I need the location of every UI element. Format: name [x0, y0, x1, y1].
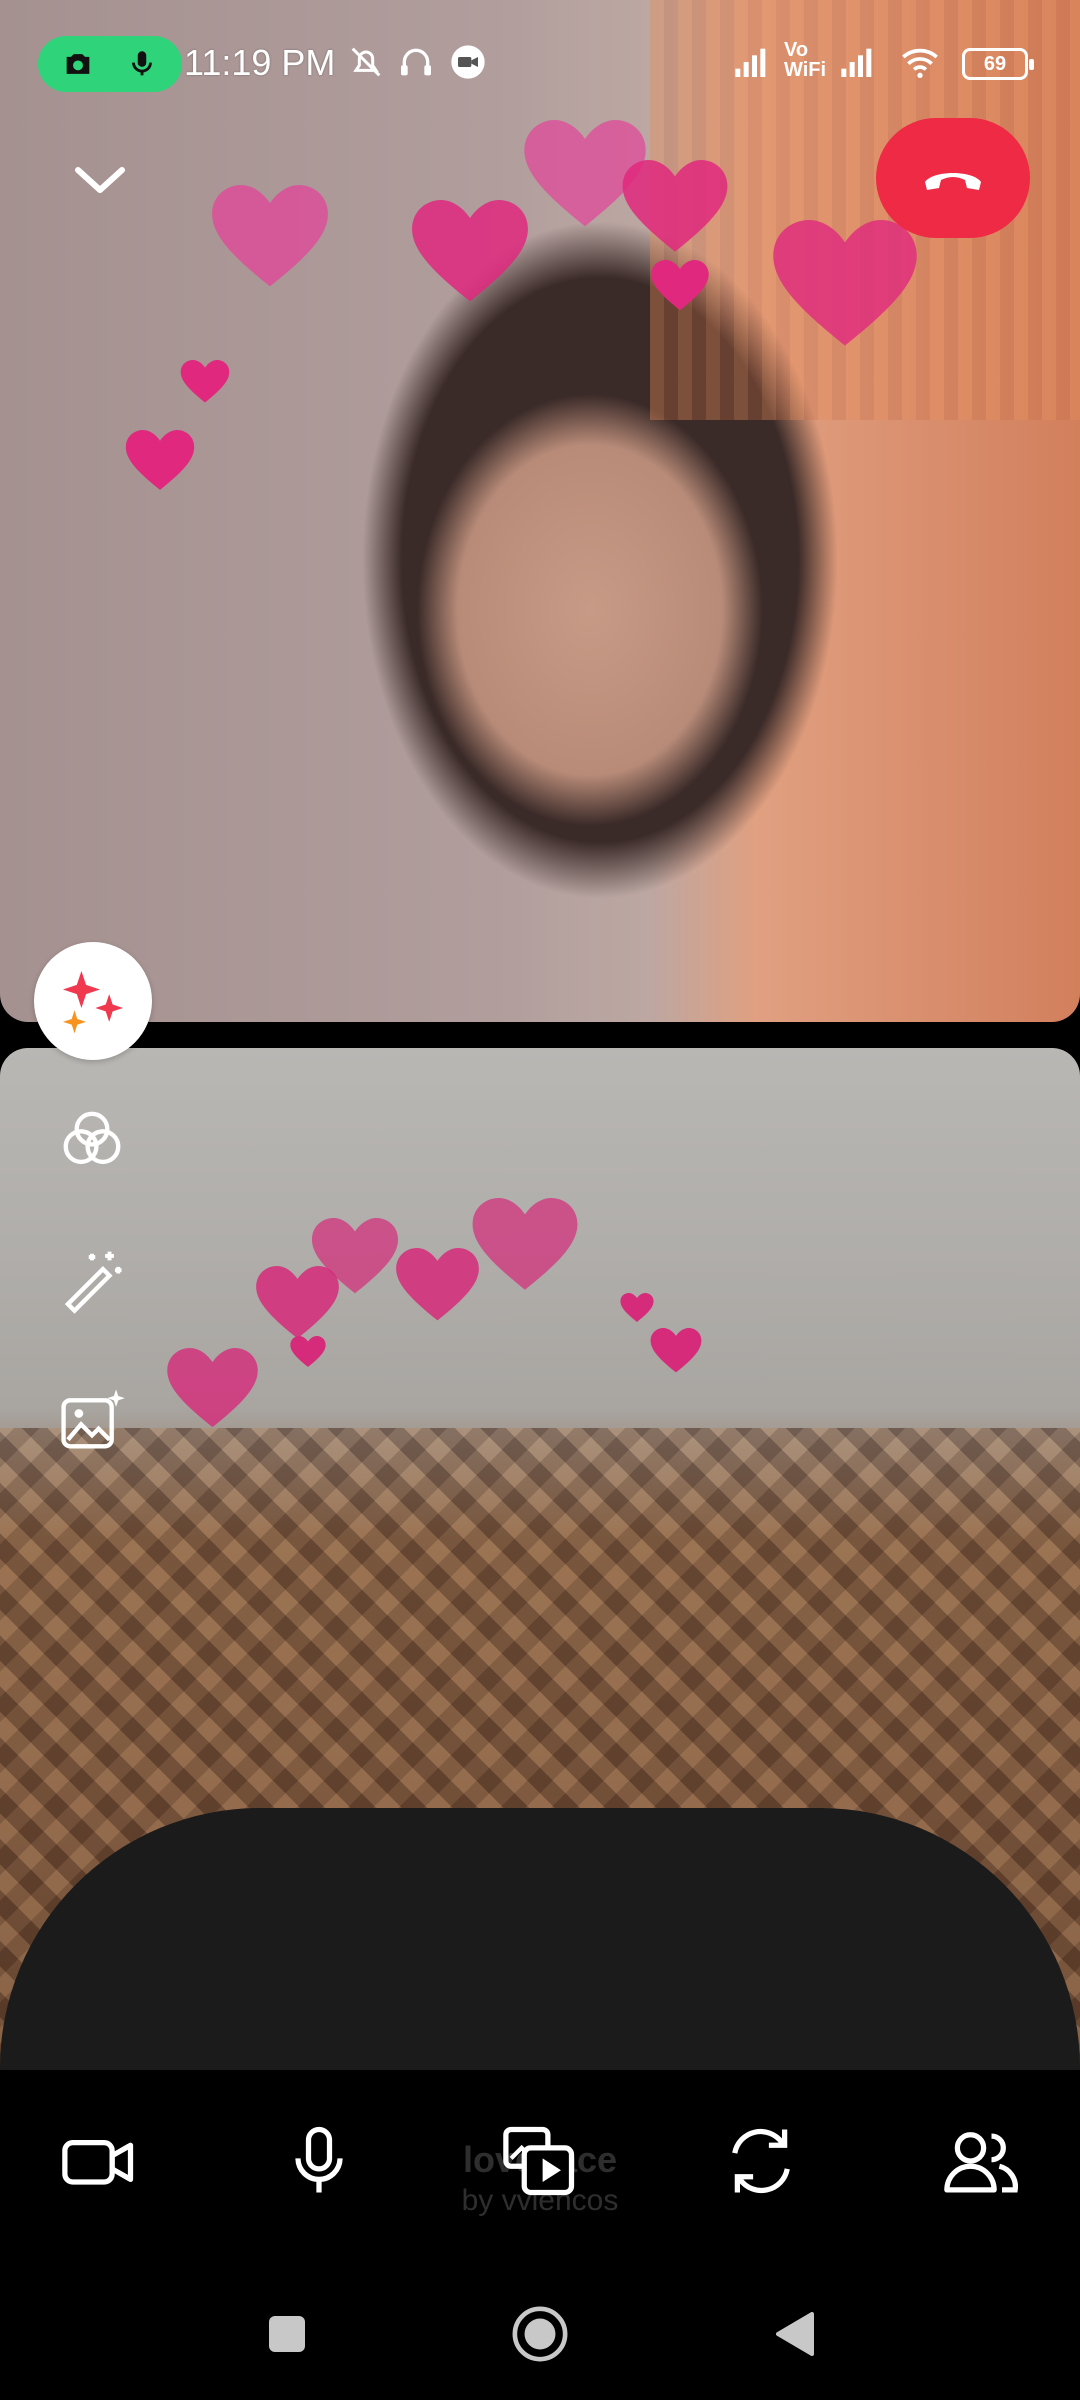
notifications-muted-icon [351, 47, 381, 77]
heart-filter-sticker [773, 220, 917, 346]
back-triangle-icon [776, 2312, 814, 2356]
heart-filter-sticker [290, 1336, 326, 1367]
media-share-icon [503, 2126, 575, 2196]
effects-button[interactable] [34, 942, 152, 1060]
share-media-button[interactable] [495, 2116, 585, 2206]
participants-button[interactable] [936, 2116, 1026, 2206]
vowifi-label: Vo WiFi [784, 39, 827, 81]
home-button[interactable] [510, 2304, 570, 2364]
heart-filter-sticker [125, 430, 195, 490]
wifi-icon [902, 48, 938, 78]
heart-filter-sticker [412, 200, 528, 302]
recents-square-icon [269, 2316, 305, 2352]
status-time: 11:19 PM [184, 42, 336, 83]
background-tool-button[interactable] [52, 1380, 132, 1460]
heart-filter-sticker [212, 185, 328, 287]
image-background-icon [61, 1389, 125, 1449]
battery-indicator: 69 [962, 48, 1034, 80]
back-button[interactable] [764, 2304, 824, 2364]
heart-filter-sticker [650, 1328, 702, 1373]
cell-signal-icon [841, 48, 872, 77]
heart-filter-sticker [620, 1293, 654, 1322]
status-bar: 11:19 PM Vo WiFi 69 [0, 0, 1080, 130]
video-call-status-icon [451, 45, 485, 79]
microphone-icon [295, 2126, 343, 2193]
filter-tool-button[interactable] [52, 1100, 132, 1180]
chevron-down-icon [75, 167, 125, 193]
self-video-preview[interactable] [0, 1048, 1080, 2070]
color-filter-icon [63, 1111, 121, 1165]
mic-in-use-icon [132, 51, 152, 76]
end-call-button[interactable] [876, 118, 1030, 238]
sparkle-effects-icon [62, 970, 124, 1034]
minimize-call-button[interactable] [64, 150, 136, 210]
heart-filter-sticker [396, 1248, 479, 1321]
video-camera-icon [62, 2140, 134, 2185]
magic-wand-icon [64, 1251, 122, 1314]
heart-filter-sticker [472, 1198, 578, 1290]
flip-camera-icon [732, 2128, 790, 2194]
heart-filter-sticker [651, 260, 709, 311]
heart-filter-sticker [622, 160, 728, 252]
shirt-area [0, 1808, 1080, 2070]
touch-up-tool-button[interactable] [52, 1240, 132, 1320]
heart-filter-sticker [311, 1218, 399, 1294]
heart-filter-sticker [180, 360, 230, 403]
recents-button[interactable] [257, 2304, 317, 2364]
flip-camera-button[interactable] [716, 2116, 806, 2206]
cell-signal-icon [735, 48, 766, 77]
privacy-indicator-pill[interactable] [38, 36, 182, 92]
headphones-icon [401, 48, 431, 76]
phone-hangup-icon [925, 173, 981, 190]
home-circle-icon [512, 2306, 568, 2362]
camera-in-use-icon [66, 54, 90, 74]
toggle-mic-button[interactable] [274, 2116, 364, 2206]
toggle-video-button[interactable] [54, 2116, 144, 2206]
heart-filter-sticker [167, 1348, 258, 1428]
participants-icon [944, 2132, 1018, 2193]
